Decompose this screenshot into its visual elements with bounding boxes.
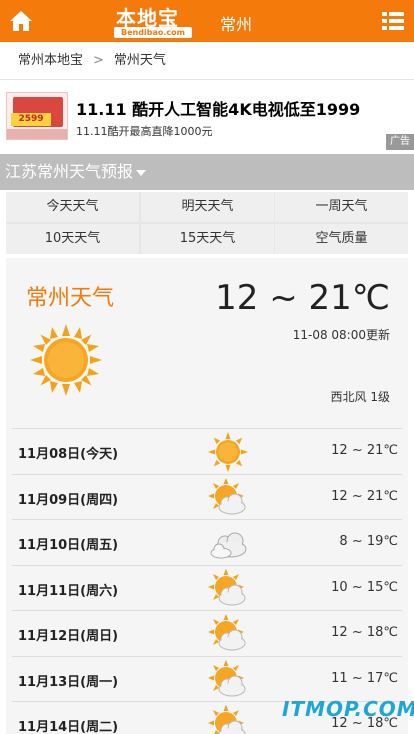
tab-10-days[interactable]: 10天天气: [6, 224, 139, 254]
breadcrumb-item-home[interactable]: 常州本地宝: [18, 53, 83, 68]
sunny-icon: [30, 324, 102, 396]
bendibao-logo[interactable]: 本地宝 Bendibao.com: [110, 2, 196, 40]
weather-panel: 常州天气 12 ~ 21℃ 11-08 08:00更新 西北风 1级 11月08…: [6, 258, 408, 734]
breadcrumb: 常州本地宝 > 常州天气: [0, 42, 414, 80]
forecast-date: 11月10日(周五): [18, 538, 119, 553]
forecast-row[interactable]: 11月13日(周一) 11 ~ 17℃: [12, 655, 402, 701]
forecast-temp: 8 ~ 19℃: [339, 534, 398, 549]
partly-cloudy-icon: [208, 614, 248, 654]
ad-thumb-price: 2599: [11, 113, 51, 126]
forecast-row[interactable]: 11月11日(周六) 10 ~ 15℃: [12, 564, 402, 610]
city-weather-title: 常州天气: [26, 286, 115, 311]
forecast-date: 11月09日(周四): [18, 492, 119, 508]
partly-cloudy-icon: [208, 477, 248, 518]
forecast-date: 11月14日(周二): [18, 720, 119, 734]
forecast-row[interactable]: 11月09日(周四) 12 ~ 21℃: [12, 473, 402, 519]
wind-info: 西北风 1级: [330, 390, 390, 404]
ad-banner[interactable]: 2599 11.11 酷开人工智能4K电视低至1999 11.11酷开最高直降1…: [0, 80, 414, 152]
partly-cloudy-icon: [208, 705, 248, 734]
ad-thumbnail[interactable]: 2599: [6, 92, 68, 140]
forecast-tabs: 今天天气 明天天气 一周天气 10天天气 15天天气 空气质量: [6, 192, 408, 254]
home-icon[interactable]: [8, 8, 34, 34]
partly-cloudy-icon: [208, 659, 248, 700]
forecast-temp: 11 ~ 17℃: [331, 670, 398, 686]
forecast-temp: 10 ~ 15℃: [331, 579, 398, 595]
forecast-temp: 12 ~ 18℃: [331, 625, 398, 640]
city-name[interactable]: 常州: [220, 11, 252, 35]
region-selector[interactable]: 江苏常州天气预报: [0, 154, 414, 190]
cloudy-icon: [208, 523, 248, 563]
region-title: 江苏常州天气预报: [5, 162, 134, 181]
forecast-date: 11月08日(今天): [18, 447, 119, 462]
ad-subtitle: 11.11酷开最高直降1000元: [76, 125, 213, 138]
ad-title[interactable]: 11.11 酷开人工智能4K电视低至1999: [76, 96, 360, 120]
tab-15-days[interactable]: 15天天气: [141, 224, 274, 254]
tab-week[interactable]: 一周天气: [275, 192, 408, 222]
list-menu-icon[interactable]: [382, 11, 404, 31]
tab-today[interactable]: 今天天气: [6, 192, 139, 222]
partly-cloudy-icon: [208, 568, 248, 609]
ad-badge: 广告: [386, 134, 414, 150]
tab-tomorrow[interactable]: 明天天气: [141, 192, 274, 222]
caret-down-icon: [136, 169, 147, 176]
update-time: 11-08 08:00更新: [292, 328, 390, 342]
top-header: 本地宝 Bendibao.com 常州: [0, 0, 414, 42]
forecast-temp: 12 ~ 21℃: [331, 488, 398, 504]
forecast-row[interactable]: 11月08日(今天) 12 ~ 21℃: [12, 428, 402, 473]
watermark: ITMOP.COM: [282, 697, 414, 721]
forecast-date: 11月11日(周六): [18, 583, 119, 599]
breadcrumb-separator: >: [93, 53, 104, 68]
ad-thumb-strip: [7, 129, 67, 139]
forecast-date: 11月13日(周一): [18, 674, 119, 690]
forecast-temp: 12 ~ 21℃: [331, 443, 398, 458]
tab-air-quality[interactable]: 空气质量: [275, 224, 408, 254]
forecast-date: 11月12日(周日): [18, 629, 119, 644]
sunny-icon: [208, 432, 248, 472]
forecast-row[interactable]: 11月12日(周日) 12 ~ 18℃: [12, 610, 402, 655]
forecast-row[interactable]: 11月10日(周五) 8 ~ 19℃: [12, 519, 402, 564]
current-temp-range: 12 ~ 21℃: [215, 278, 390, 318]
logo-subtext: Bendibao.com: [114, 27, 192, 38]
breadcrumb-item-weather[interactable]: 常州天气: [114, 53, 166, 68]
